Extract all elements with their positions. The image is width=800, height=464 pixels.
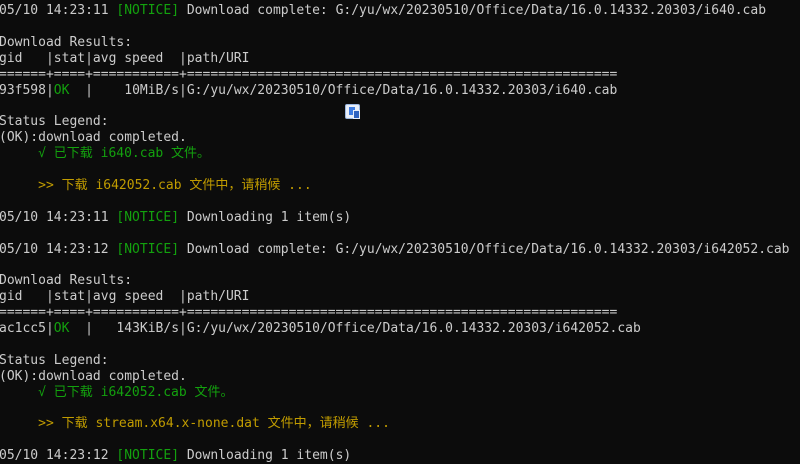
terminal-text: >> 下载 stream.x64.x-none.dat 文件中，请稍候 ... — [0, 416, 390, 432]
terminal-text: 05/10 14:23:11 — [0, 3, 117, 18]
terminal-text: √ 已下载 i642052.cab 文件。 — [0, 384, 234, 400]
terminal-text: [NOTICE] — [116, 209, 180, 225]
terminal-text: gid |stat|avg speed |path/URI — [0, 289, 250, 305]
terminal-text: Download complete: G:/yu/wx/20230510/Off… — [179, 241, 790, 257]
terminal-text: Download complete: G:/yu/wx/20230510/Off… — [179, 3, 767, 18]
terminal-line: Download Results: — [0, 273, 800, 289]
terminal-line: >> 下载 stream.x64.x-none.dat 文件中，请稍候 ... — [0, 416, 800, 432]
terminal-text: ======+====+===========+================… — [0, 305, 618, 321]
terminal-text: Status Legend: — [0, 114, 109, 130]
terminal-text: [NOTICE] — [116, 448, 180, 464]
terminal-text: (OK):download completed. — [0, 130, 187, 146]
terminal-line: 93f598|OK | 10MiB/s|G:/yu/wx/20230510/Of… — [0, 83, 800, 99]
terminal-text: Status Legend: — [0, 352, 109, 368]
terminal-text: | 143KiB/s|G:/yu/wx/20230510/Office/Data… — [69, 321, 641, 336]
terminal-line: gid |stat|avg speed |path/URI — [0, 51, 800, 67]
terminal-line: >> 下载 i642052.cab 文件中，请稍候 ... — [0, 178, 800, 194]
terminal-text: 05/10 14:23:12 — [0, 241, 117, 257]
terminal-text: OK — [53, 321, 70, 336]
terminal-line: Download Results: — [0, 35, 800, 51]
terminal-text: Download Results: — [0, 273, 133, 289]
terminal-line: Status Legend: — [0, 353, 800, 369]
terminal-text: >> 下载 i642052.cab 文件中，请稍候 ... — [0, 177, 312, 193]
translate-icon[interactable] — [345, 104, 360, 119]
terminal-line: ======+====+===========+================… — [0, 305, 800, 321]
terminal-window[interactable]: 05/10 14:23:11 [NOTICE] Download complet… — [0, 0, 800, 464]
terminal-line: (OK):download completed. — [0, 130, 800, 146]
terminal-text: gid |stat|avg speed |path/URI — [0, 50, 250, 66]
terminal-text: Downloading 1 item(s) — [179, 448, 352, 464]
terminal-text: 93f598| — [0, 82, 54, 98]
terminal-text: | 10MiB/s|G:/yu/wx/20230510/Office/Data/… — [69, 82, 618, 98]
terminal-text: ac1cc5| — [0, 321, 54, 336]
terminal-text: ======+====+===========+================… — [0, 66, 618, 82]
terminal-text: 05/10 14:23:12 — [0, 448, 117, 464]
terminal-text: 05/10 14:23:11 — [0, 209, 117, 225]
terminal-line: 05/10 14:23:12 [NOTICE] Download complet… — [0, 242, 800, 258]
terminal-line: 05/10 14:23:11 [NOTICE] Downloading 1 it… — [0, 210, 800, 226]
terminal-text: √ 已下载 i640.cab 文件。 — [0, 146, 211, 162]
terminal-text: [NOTICE] — [116, 241, 180, 257]
terminal-text: Download Results: — [0, 34, 133, 50]
terminal-line: √ 已下载 i640.cab 文件。 — [0, 146, 800, 162]
terminal-line: 05/10 14:23:11 [NOTICE] Download complet… — [0, 3, 800, 19]
terminal-text: [NOTICE] — [116, 3, 180, 18]
terminal-line: gid |stat|avg speed |path/URI — [0, 289, 800, 305]
terminal-line: ac1cc5|OK | 143KiB/s|G:/yu/wx/20230510/O… — [0, 321, 800, 337]
terminal-line: (OK):download completed. — [0, 369, 800, 385]
terminal-text: Downloading 1 item(s) — [179, 209, 352, 225]
terminal-line: √ 已下载 i642052.cab 文件。 — [0, 385, 800, 401]
terminal-line: Status Legend: — [0, 114, 800, 130]
translate-icon-page-front — [353, 110, 360, 119]
terminal-line: ======+====+===========+================… — [0, 67, 800, 83]
terminal-text: (OK):download completed. — [0, 368, 187, 384]
terminal-line: 05/10 14:23:12 [NOTICE] Downloading 1 it… — [0, 448, 800, 464]
terminal-text: OK — [53, 82, 70, 98]
